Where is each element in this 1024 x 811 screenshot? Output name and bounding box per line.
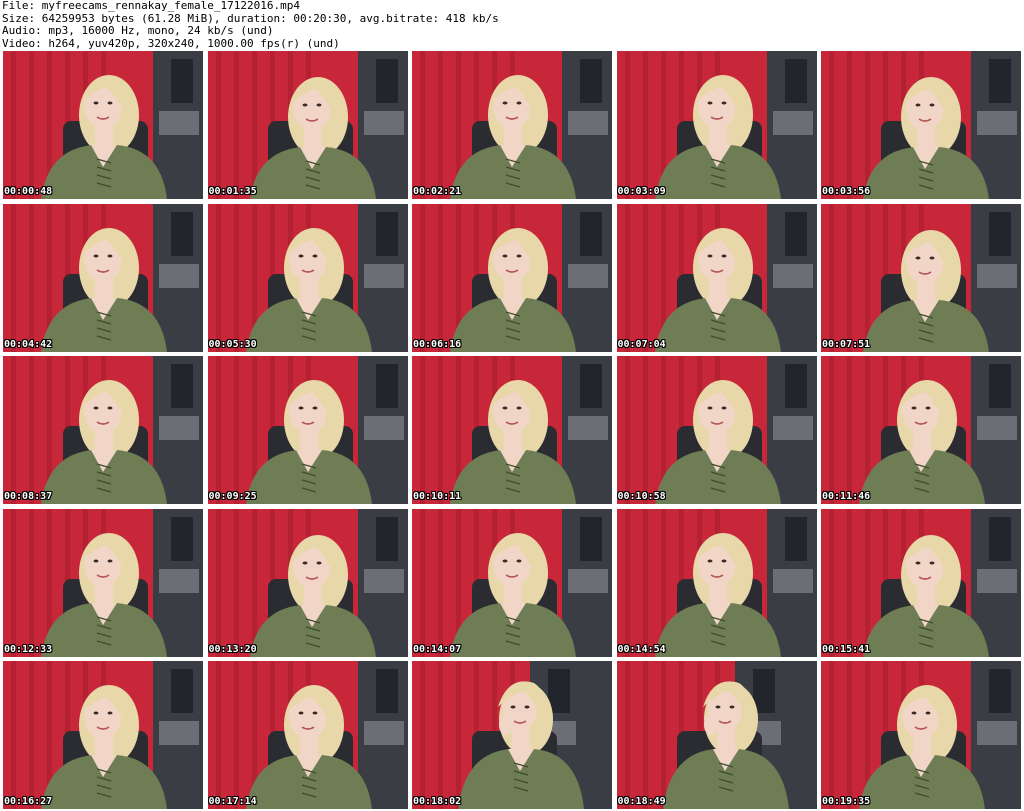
frame-image	[207, 356, 408, 504]
frame-image	[412, 51, 612, 199]
frame-timestamp: 00:10:11	[413, 491, 462, 502]
frame-timestamp: 00:02:21	[413, 186, 462, 197]
video-frame-thumbnail: 00:01:35	[207, 51, 408, 199]
frame-image	[821, 203, 1021, 352]
frame-timestamp: 00:04:42	[4, 338, 53, 350]
frame-image	[821, 356, 1021, 504]
frame-image	[616, 51, 817, 199]
frame-timestamp: 00:15:41	[822, 643, 871, 655]
video-frame-thumbnail: 00:11:46	[821, 356, 1021, 504]
video-frame-thumbnail: 00:18:49	[616, 661, 817, 809]
frame-timestamp: 00:05:30	[208, 338, 257, 350]
frame-timestamp: 00:18:49	[617, 796, 666, 807]
frame-timestamp: 00:10:58	[617, 491, 666, 502]
frame-image	[207, 508, 408, 657]
video-frame-thumbnail: 00:00:48	[3, 51, 203, 199]
video-frame-thumbnail: 00:08:37	[3, 356, 203, 504]
video-frame-thumbnail: 00:07:04	[616, 203, 817, 352]
video-frame-thumbnail: 00:09:25	[207, 356, 408, 504]
frame-timestamp: 00:07:51	[822, 338, 871, 350]
frame-timestamp: 00:06:16	[413, 338, 462, 350]
frame-timestamp: 00:17:14	[208, 796, 257, 807]
frame-timestamp: 00:11:46	[822, 491, 871, 502]
frame-timestamp: 00:00:48	[4, 186, 53, 197]
frame-image	[3, 661, 203, 809]
video-frame-thumbnail: 00:03:56	[821, 51, 1021, 199]
video-frame-thumbnail: 00:15:41	[821, 508, 1021, 657]
frame-image	[821, 51, 1021, 199]
video-frame-thumbnail: 00:19:35	[821, 661, 1021, 809]
video-frame-thumbnail: 00:04:42	[3, 203, 203, 352]
audio-info-line: Audio: mp3, 16000 Hz, mono, 24 kb/s (und…	[2, 24, 274, 37]
frame-timestamp: 00:09:25	[208, 491, 257, 502]
video-frame-thumbnail: 00:18:02	[412, 661, 612, 809]
frame-timestamp: 00:18:02	[413, 796, 462, 807]
thumbnail-grid: 00:00:48 00:01:35 00:02:21 00:03:09 00:03:56…	[3, 51, 1022, 810]
video-frame-thumbnail: 00:14:07	[412, 508, 612, 657]
frame-image	[3, 203, 203, 352]
frame-image	[412, 508, 612, 657]
frame-image	[616, 661, 817, 809]
video-frame-thumbnail: 00:10:11	[412, 356, 612, 504]
frame-image	[412, 356, 612, 504]
file-info-header: File: myfreecams_rennakay_female_1712201…	[2, 0, 1022, 50]
frame-image	[616, 508, 817, 657]
frame-image	[821, 661, 1021, 809]
frame-image	[207, 661, 408, 809]
video-frame-thumbnail: 00:10:58	[616, 356, 817, 504]
frame-timestamp: 00:19:35	[822, 796, 871, 807]
frame-image	[821, 508, 1021, 657]
frame-timestamp: 00:03:09	[617, 186, 666, 197]
frame-image	[207, 203, 408, 352]
frame-image	[3, 508, 203, 657]
frame-timestamp: 00:14:54	[617, 643, 666, 655]
video-frame-thumbnail: 00:14:54	[616, 508, 817, 657]
frame-image	[616, 356, 817, 504]
frame-timestamp: 00:12:33	[4, 643, 53, 655]
video-frame-thumbnail: 00:06:16	[412, 203, 612, 352]
video-frame-thumbnail: 00:17:14	[207, 661, 408, 809]
video-frame-thumbnail: 00:02:21	[412, 51, 612, 199]
frame-image	[412, 661, 612, 809]
frame-image	[3, 51, 203, 199]
video-info-line: Video: h264, yuv420p, 320x240, 1000.00 f…	[2, 36, 340, 50]
frame-timestamp: 00:07:04	[617, 338, 666, 350]
frame-timestamp: 00:16:27	[4, 796, 53, 807]
frame-image	[616, 203, 817, 352]
video-frame-thumbnail: 00:05:30	[207, 203, 408, 352]
frame-timestamp: 00:08:37	[4, 491, 53, 502]
frame-timestamp: 00:14:07	[413, 643, 462, 655]
file-name-line: File: myfreecams_rennakay_female_1712201…	[2, 0, 301, 12]
video-frame-thumbnail: 00:13:20	[207, 508, 408, 657]
frame-image	[3, 356, 203, 504]
video-frame-thumbnail: 00:16:27	[3, 661, 203, 809]
video-frame-thumbnail: 00:07:51	[821, 203, 1021, 352]
frame-image	[412, 203, 612, 352]
video-frame-thumbnail: 00:03:09	[616, 51, 817, 199]
video-frame-thumbnail: 00:12:33	[3, 508, 203, 657]
frame-image	[207, 51, 408, 199]
frame-timestamp: 00:13:20	[208, 643, 257, 655]
frame-timestamp: 00:03:56	[822, 186, 871, 197]
frame-timestamp: 00:01:35	[208, 186, 257, 197]
